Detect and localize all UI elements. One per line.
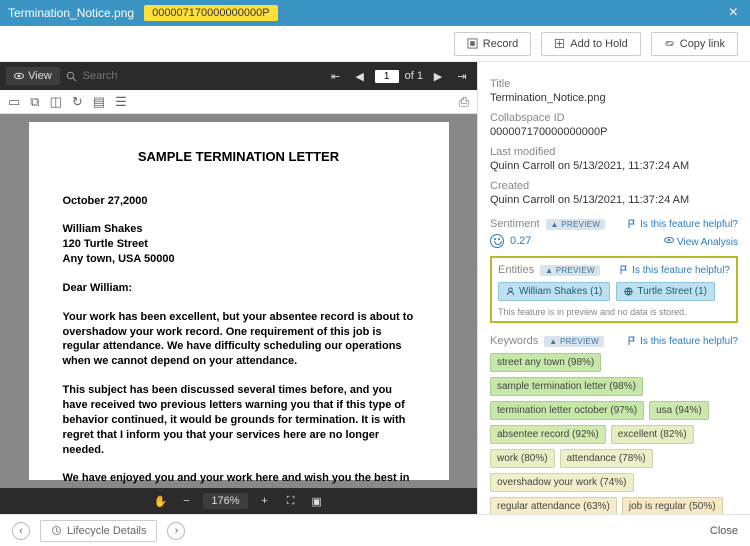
lifecycle-icon [51, 525, 62, 536]
keyword-chip[interactable]: excellent (82%) [611, 425, 694, 444]
pan-icon[interactable]: ✋ [151, 492, 169, 510]
copy-link-button[interactable]: Copy link [651, 32, 738, 56]
entity-chip-label: Turtle Street (1) [637, 286, 707, 297]
last-page-icon[interactable]: ⇥ [453, 67, 471, 85]
page-canvas: SAMPLE TERMINATION LETTER October 27,200… [0, 114, 477, 488]
entity-chip-label: William Shakes (1) [519, 286, 602, 297]
page-total: of 1 [405, 70, 423, 82]
preview-badge: ▲ PREVIEW [546, 219, 606, 230]
crop-icon[interactable]: ◫ [50, 94, 62, 110]
print-icon[interactable]: ⎙ [459, 94, 469, 110]
eye-icon [14, 71, 24, 81]
rotate-icon[interactable]: ↻ [72, 94, 83, 110]
close-button[interactable]: Close [710, 525, 738, 537]
preview-badge: ▲ PREVIEW [544, 336, 604, 347]
viewer-top-toolbar: View ⇤ ◀ 1 of 1 ▶ ⇥ [0, 62, 477, 90]
add-to-hold-button[interactable]: Add to Hold [541, 32, 640, 56]
doc-greeting: Dear William: [63, 281, 415, 296]
window-titlebar: Termination_Notice.png 00000717000000000… [0, 0, 750, 26]
keyword-chip[interactable]: absentee record (92%) [490, 425, 606, 444]
flag-icon [627, 336, 637, 346]
keyword-chip[interactable]: street any town (98%) [490, 353, 601, 372]
preview-badge: ▲ PREVIEW [540, 265, 600, 276]
keyword-chip[interactable]: job is regular (50%) [622, 497, 723, 514]
field-value-collab: 000007170000000000P [490, 126, 738, 138]
prev-item-icon[interactable]: ‹ [12, 522, 30, 540]
zoom-value[interactable]: 176% [203, 493, 247, 509]
action-toolbar: Record Add to Hold Copy link [0, 26, 750, 62]
zoom-in-icon[interactable]: + [256, 492, 274, 510]
select-icon[interactable]: ⧉ [30, 94, 39, 110]
next-page-icon[interactable]: ▶ [429, 67, 447, 85]
sentiment-value: 0.27 [510, 235, 531, 247]
viewer-zoom-toolbar: ✋ − 176% + ⛶ ▣ [0, 488, 477, 514]
field-label-modified: Last modified [490, 146, 738, 158]
entity-chip[interactable]: Turtle Street (1) [616, 282, 715, 301]
keyword-chip[interactable]: termination letter october (97%) [490, 401, 644, 420]
fit-width-icon[interactable]: ⛶ [282, 492, 300, 510]
flag-icon [627, 219, 637, 229]
field-label-collab: Collabspace ID [490, 112, 738, 124]
doc-heading: SAMPLE TERMINATION LETTER [63, 148, 415, 166]
search-icon[interactable] [66, 71, 77, 82]
keyword-chip[interactable]: usa (94%) [649, 401, 709, 420]
prev-page-icon[interactable]: ◀ [351, 67, 369, 85]
search-input[interactable] [83, 70, 183, 82]
link-icon [664, 38, 675, 49]
keyword-chip[interactable]: attendance (78%) [560, 449, 653, 468]
field-value-title: Termination_Notice.png [490, 92, 738, 104]
document-viewer: View ⇤ ◀ 1 of 1 ▶ ⇥ ▭ ⧉ ◫ ↻ ▤ ☰ ⎙ SAMPLE… [0, 62, 478, 514]
document-page: SAMPLE TERMINATION LETTER October 27,200… [29, 122, 449, 480]
layout-icon[interactable]: ▭ [8, 94, 20, 110]
person-icon [506, 287, 515, 296]
smile-icon [490, 234, 504, 248]
lifecycle-details-button[interactable]: Lifecycle Details [40, 520, 157, 542]
zoom-out-icon[interactable]: − [177, 492, 195, 510]
keyword-chip[interactable]: sample termination letter (98%) [490, 377, 643, 396]
view-mode-button[interactable]: View [6, 67, 60, 85]
doc-date: October 27,2000 [63, 194, 415, 209]
globe-icon [624, 287, 633, 296]
footer-bar: ‹ Lifecycle Details › Close [0, 514, 750, 546]
field-label-created: Created [490, 180, 738, 192]
keyword-chip[interactable]: work (80%) [490, 449, 555, 468]
view-analysis-link[interactable]: View Analysis [664, 235, 738, 248]
flag-icon [619, 265, 629, 275]
file-name: Termination_Notice.png [8, 6, 134, 20]
field-value-modified: Quinn Carroll on 5/13/2021, 11:37:24 AM [490, 160, 738, 172]
helpful-link[interactable]: Is this feature helpful? [627, 336, 738, 347]
entities-section: Entities ▲ PREVIEW Is this feature helpf… [490, 256, 738, 323]
keywords-label: Keywords [490, 335, 538, 347]
record-icon [467, 38, 478, 49]
entities-label: Entities [498, 264, 534, 276]
doc-para-2: This subject has been discussed several … [63, 383, 415, 457]
close-icon[interactable]: × [725, 4, 742, 22]
entity-chip[interactable]: William Shakes (1) [498, 282, 610, 301]
next-item-icon[interactable]: › [167, 522, 185, 540]
helpful-link[interactable]: Is this feature helpful? [627, 219, 738, 230]
doc-para-1: Your work has been excellent, but your a… [63, 310, 415, 369]
keywords-list: street any town (98%) sample termination … [490, 353, 738, 514]
keyword-chip[interactable]: overshadow your work (74%) [490, 473, 634, 492]
sentiment-label: Sentiment [490, 218, 540, 230]
keyword-chip[interactable]: regular attendance (63%) [490, 497, 617, 514]
id-badge: 000007170000000000P [144, 5, 277, 21]
helpful-link[interactable]: Is this feature helpful? [619, 265, 730, 276]
fit-page-icon[interactable]: ▣ [308, 492, 326, 510]
viewer-sub-toolbar: ▭ ⧉ ◫ ↻ ▤ ☰ ⎙ [0, 90, 477, 114]
entities-note: This feature is in preview and no data i… [498, 307, 730, 317]
eye-icon [664, 235, 674, 245]
page-number[interactable]: 1 [375, 70, 399, 83]
hold-icon [554, 38, 565, 49]
field-label-title: Title [490, 78, 738, 90]
metadata-panel: Title Termination_Notice.png Collabspace… [478, 62, 750, 514]
field-value-created: Quinn Carroll on 5/13/2021, 11:37:24 AM [490, 194, 738, 206]
list-icon[interactable]: ☰ [115, 94, 127, 110]
thumbs-icon[interactable]: ▤ [93, 94, 105, 110]
doc-address: William Shakes 120 Turtle Street Any tow… [63, 222, 415, 267]
record-button[interactable]: Record [454, 32, 531, 56]
doc-para-3: We have enjoyed you and your work here a… [63, 471, 415, 488]
first-page-icon[interactable]: ⇤ [327, 67, 345, 85]
